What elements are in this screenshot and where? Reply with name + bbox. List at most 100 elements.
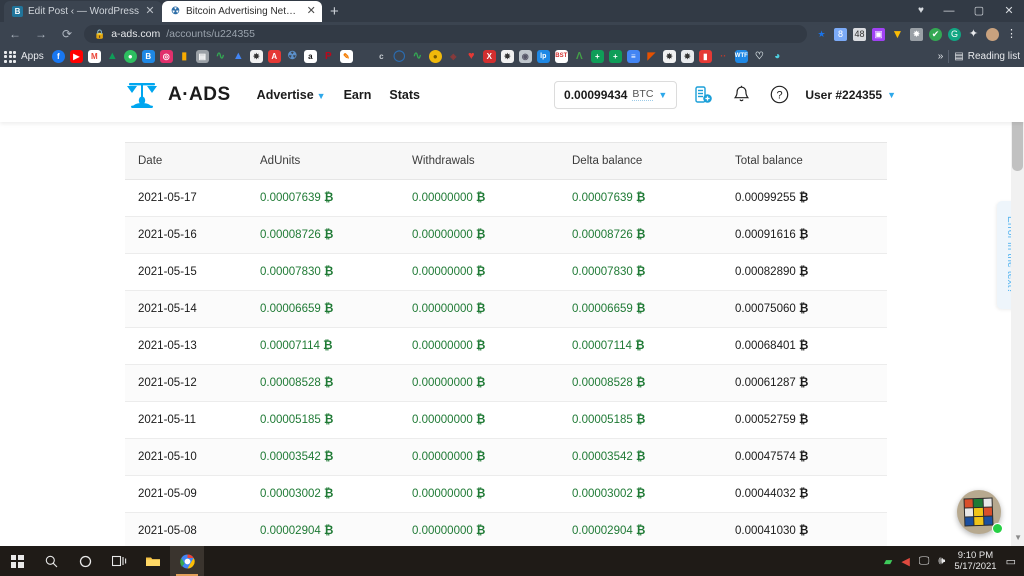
minimize-button[interactable]: — [934, 0, 964, 22]
volume-icon[interactable]: 🕪 [938, 555, 945, 568]
eye-bookmark-icon[interactable]: ◕ [771, 50, 784, 63]
facebook-bookmark-icon[interactable]: f [51, 50, 65, 63]
browser-tab-aads[interactable]: ☢ Bitcoin Advertising Network | A-A ✕ [161, 1, 322, 22]
column-header-total-balance[interactable]: Total balance [735, 142, 887, 180]
bond-bookmark-icon[interactable]: ♡ [753, 50, 766, 63]
adsense-bookmark-icon[interactable]: A [267, 50, 281, 63]
globe-bookmark-icon[interactable]: ✸ [249, 50, 263, 63]
extension-globe-icon[interactable]: ✸ [910, 27, 923, 41]
heart-bookmark-icon[interactable]: ♥ [465, 50, 478, 63]
ar-bookmark-icon[interactable]: Ʌ [573, 50, 586, 63]
taskbar-clock[interactable]: 9:10 PM 5/17/2021 [954, 550, 996, 572]
extension-blue-icon[interactable]: 8 [834, 27, 847, 41]
wtf-bookmark-icon[interactable]: WTF [734, 50, 748, 63]
sheets2-bookmark-icon[interactable]: + [608, 50, 622, 63]
extension-48-icon[interactable]: 48 [853, 27, 866, 41]
edit-bookmark-icon[interactable]: ✎ [339, 50, 353, 63]
red-bookmark-icon[interactable]: ▮ [698, 50, 712, 63]
extensions-puzzle-icon[interactable]: ✦ [967, 28, 980, 41]
reading-list-button[interactable]: ▤ Reading list [954, 51, 1020, 62]
question-mark-icon[interactable]: ? [767, 83, 791, 107]
globe2-bookmark-icon[interactable]: ✸ [500, 50, 514, 63]
news-bookmark-icon[interactable]: ▤ [195, 50, 209, 63]
reload-button[interactable]: ⟳ [58, 27, 76, 41]
close-window-button[interactable]: ✕ [994, 0, 1024, 22]
column-header-delta-balance[interactable]: Delta balance [572, 142, 735, 180]
sheets-bookmark-icon[interactable]: + [590, 50, 604, 63]
globe3-bookmark-icon[interactable]: ✸ [662, 50, 676, 63]
instagram-bookmark-icon[interactable]: ◎ [159, 50, 173, 63]
evernote-bookmark-icon[interactable]: ● [123, 50, 137, 63]
bst-bookmark-icon[interactable]: BST [554, 50, 568, 63]
analytics-bookmark-icon[interactable]: ▮ [178, 50, 191, 63]
trends-bookmark-icon[interactable]: ∿ [214, 50, 227, 63]
task-view-icon[interactable] [102, 546, 136, 576]
nav-item-earn[interactable]: Earn [344, 88, 372, 102]
btc-symbol-icon: ₿ [472, 488, 486, 500]
bell-icon[interactable] [729, 83, 753, 107]
maximize-button[interactable]: ▢ [964, 0, 994, 22]
drive2-bookmark-icon[interactable]: ▲ [232, 50, 245, 63]
start-button[interactable] [0, 546, 34, 576]
network-icon[interactable]: 🖵 [919, 555, 930, 568]
globe4-bookmark-icon[interactable]: ✸ [680, 50, 694, 63]
blogger-bookmark-icon[interactable]: B [141, 50, 155, 63]
gmail-bookmark-icon[interactable]: M [87, 50, 101, 63]
file-explorer-icon[interactable] [136, 546, 170, 576]
docs-bookmark-icon[interactable]: ≡ [626, 50, 640, 63]
profile-heart-icon[interactable]: ♥ [908, 0, 934, 22]
page-scrollbar[interactable]: ▼ [1011, 67, 1024, 546]
fire-bookmark-icon[interactable]: ◤ [645, 50, 658, 63]
c-bookmark-icon[interactable]: c [375, 50, 388, 63]
aads-bookmark-icon[interactable]: ☢ [286, 50, 299, 63]
btc-symbol-icon: ₿ [472, 340, 486, 352]
deposit-coins-icon[interactable] [691, 83, 715, 107]
nav-item-advertise[interactable]: Advertise ▼ [257, 88, 326, 102]
cube-tile [964, 499, 974, 508]
extension-orange-icon[interactable]: ▼ [891, 27, 904, 41]
youtube-bookmark-icon[interactable]: ▶ [69, 50, 83, 63]
quora-bookmark-icon[interactable]: ◯ [393, 50, 406, 63]
balance-selector[interactable]: 0.00099434 BTC ▼ [554, 80, 678, 109]
bookmark-star-icon[interactable]: ★ [815, 28, 828, 41]
back-button[interactable]: ← [6, 27, 24, 41]
forward-button[interactable]: → [32, 27, 50, 41]
coin-bookmark-icon[interactable]: ● [428, 50, 442, 63]
chart-bookmark-icon[interactable]: ∿ [411, 50, 424, 63]
extension-green-icon[interactable]: ✔ [929, 27, 942, 41]
cortana-icon[interactable] [68, 546, 102, 576]
notification-icon[interactable]: ▭ [1006, 555, 1016, 568]
nav-item-stats[interactable]: Stats [389, 88, 420, 102]
new-tab-button[interactable]: + [330, 4, 339, 19]
browser-tab-wordpress[interactable]: B Edit Post ‹ — WordPress ✕ [4, 1, 162, 22]
apps-grid-icon[interactable] [4, 50, 16, 63]
spiral-bookmark-icon[interactable]: ◉ [518, 50, 532, 63]
lp-bookmark-icon[interactable]: lp [536, 50, 550, 63]
amazon-bookmark-icon[interactable]: a [303, 50, 317, 63]
site-logo[interactable]: A·ADS [125, 81, 231, 109]
profile-avatar-icon[interactable] [986, 27, 999, 41]
cell-delta-balance-value: 0.00003542 [572, 451, 633, 463]
grammarly-icon[interactable]: G [948, 27, 961, 41]
tab-close-icon[interactable]: ✕ [144, 5, 156, 18]
bookmarks-overflow-button[interactable]: » [938, 51, 944, 62]
column-header-date[interactable]: Date [125, 142, 260, 180]
column-header-adunits[interactable]: AdUnits [260, 142, 412, 180]
extension-purple-icon[interactable]: ▣ [872, 27, 885, 41]
tray-green-icon[interactable]: ▰ [884, 555, 892, 568]
tray-red-icon[interactable]: ◀ [901, 555, 909, 568]
google-drive-bookmark-icon[interactable]: ▲ [106, 50, 119, 63]
dots-bookmark-icon[interactable]: ·· [717, 50, 730, 63]
chrome-taskbar-icon[interactable] [170, 546, 204, 576]
apps-label[interactable]: Apps [21, 51, 44, 62]
search-icon[interactable] [34, 546, 68, 576]
chrome-menu-icon[interactable]: ⋮ [1005, 28, 1018, 41]
address-bar[interactable]: 🔒 a-ads.com/accounts/u224355 [84, 25, 807, 43]
tab-close-icon[interactable]: ✕ [306, 5, 316, 18]
column-header-withdrawals[interactable]: Withdrawals [412, 142, 572, 180]
brave-bookmark-icon[interactable]: ◈ [447, 50, 460, 63]
pinterest-bookmark-icon[interactable]: P [322, 50, 335, 63]
xxx-bookmark-icon[interactable]: X [482, 50, 496, 63]
scroll-down-arrow-icon[interactable]: ▼ [1014, 533, 1022, 542]
user-menu[interactable]: User #224355 ▼ [805, 88, 896, 102]
